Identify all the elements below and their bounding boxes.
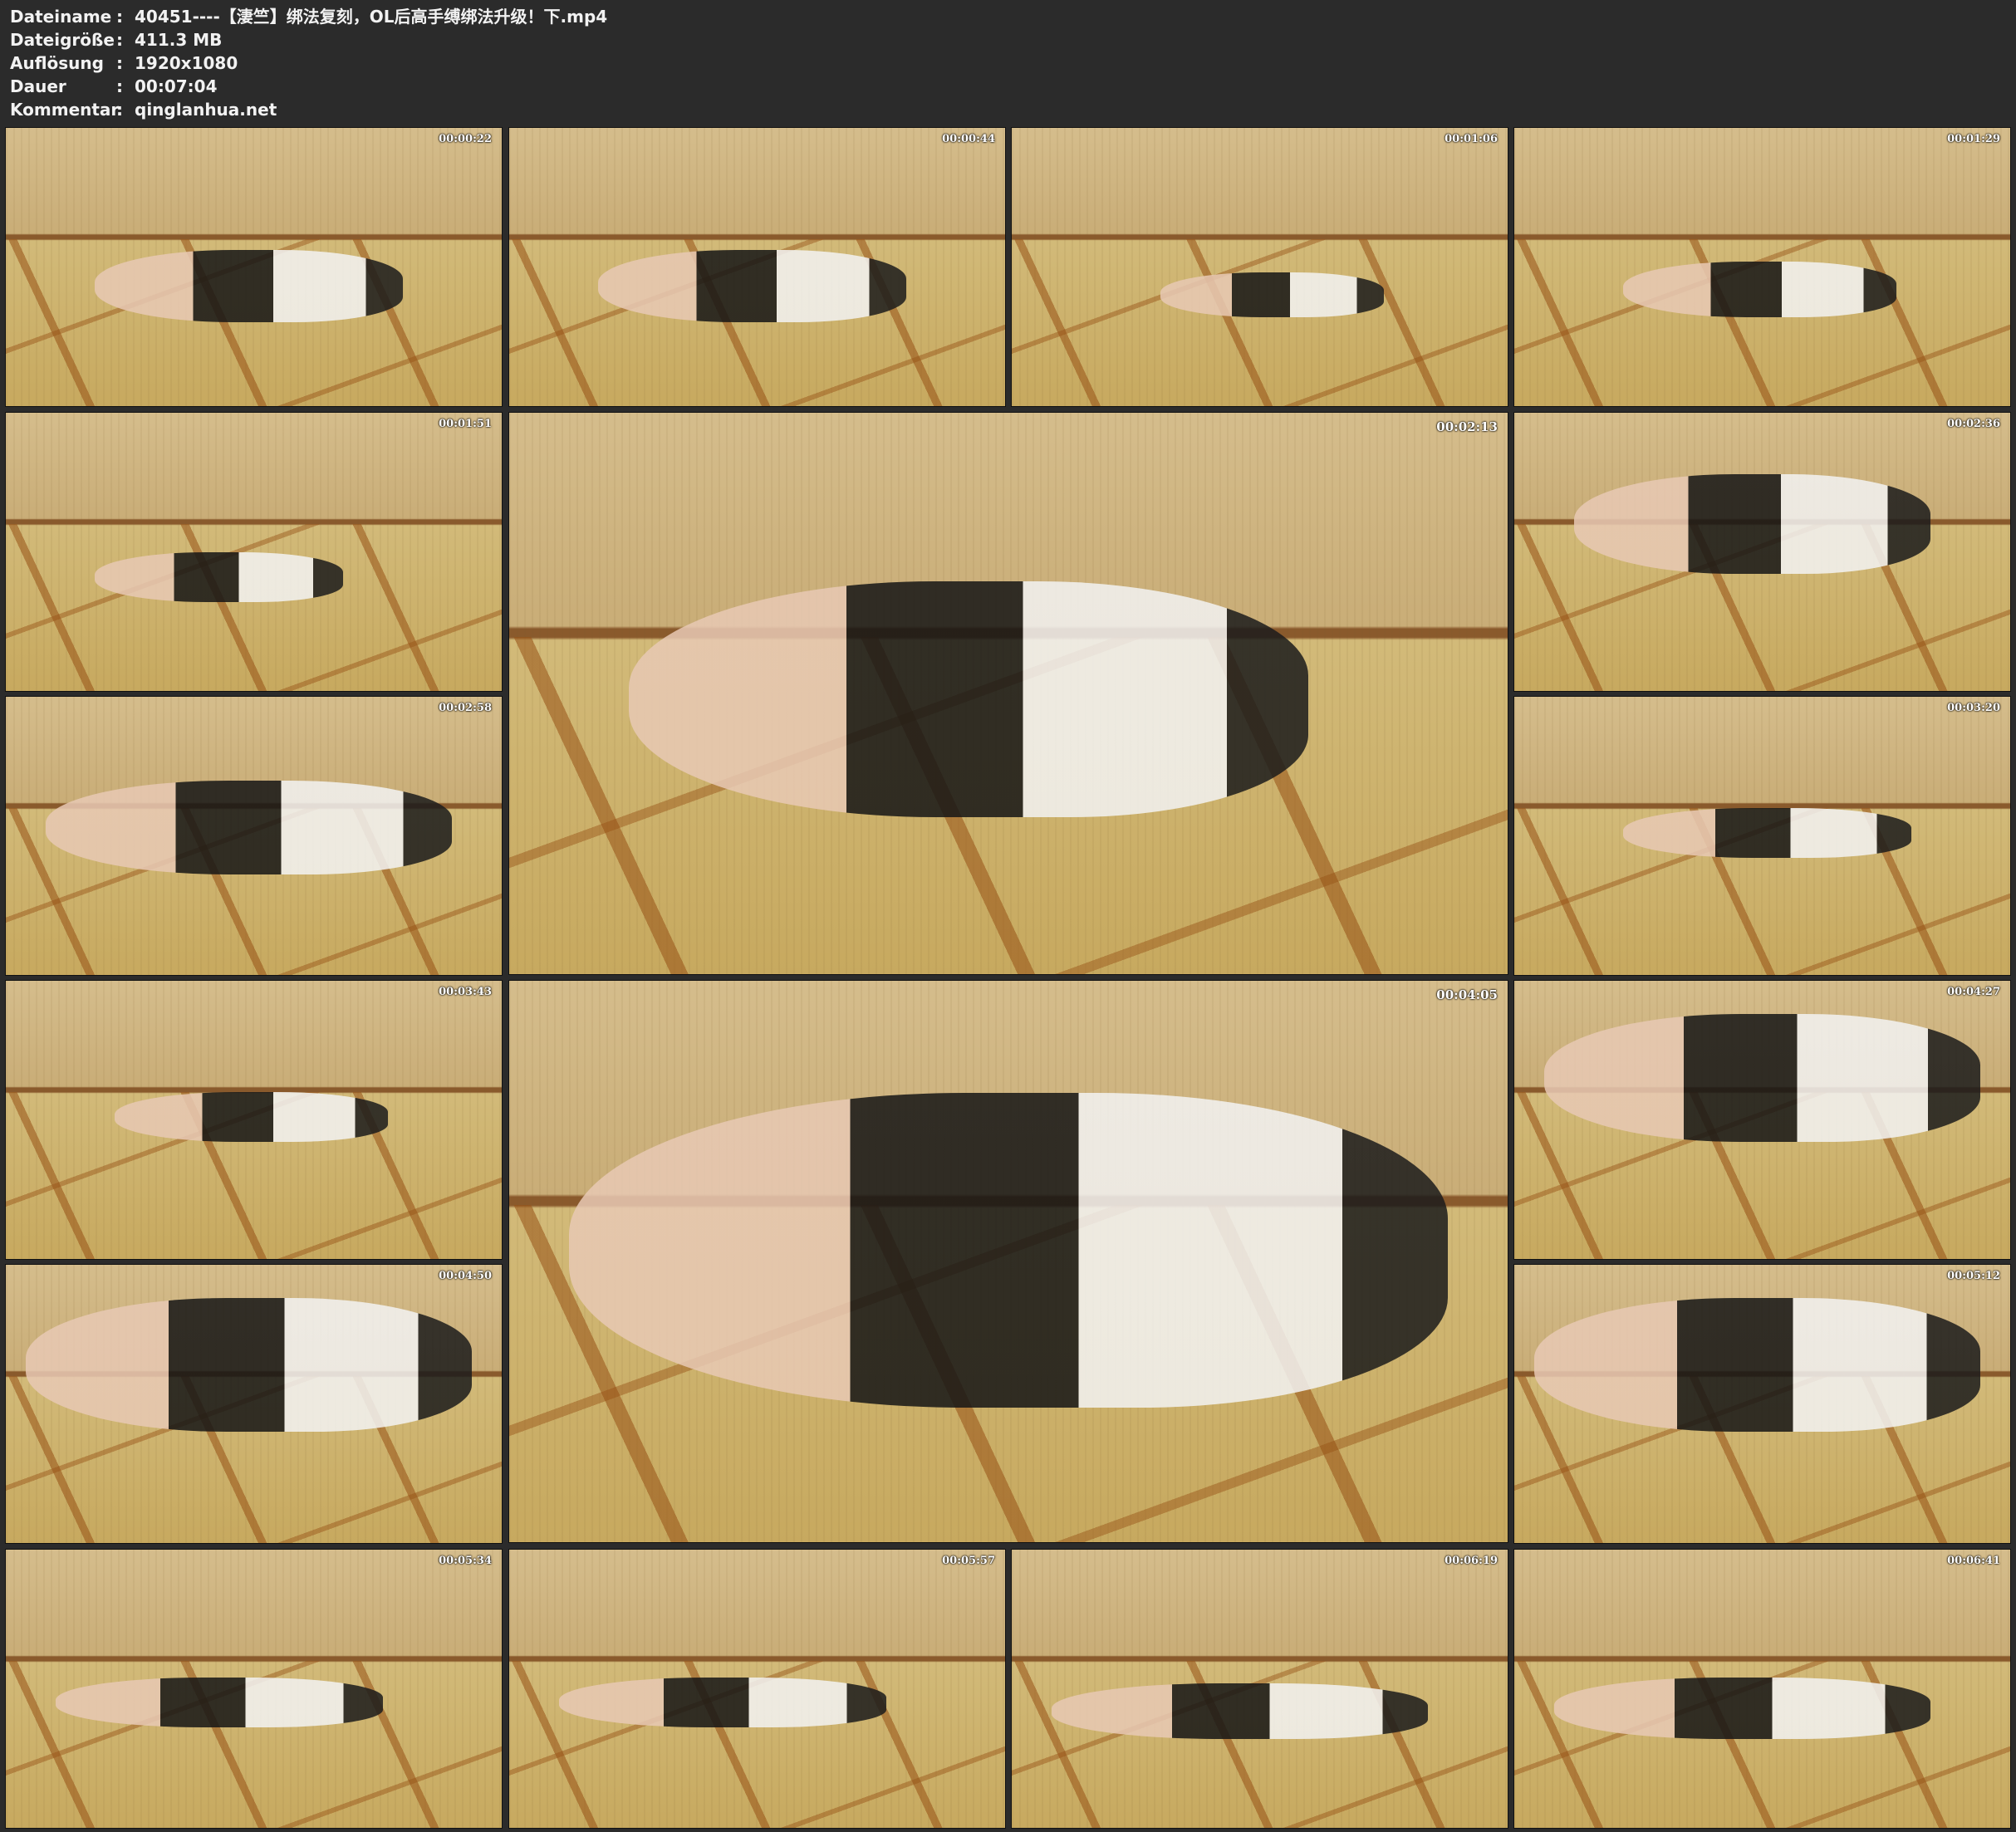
scene-figure	[629, 580, 1308, 817]
video-thumbnail[interactable]: 00:02:13	[508, 412, 1508, 975]
timestamp-label: 00:00:44	[942, 133, 995, 145]
timestamp-label: 00:06:41	[1947, 1555, 2000, 1567]
timestamp-label: 00:04:05	[1436, 987, 1498, 1002]
info-key: Dateigröße	[10, 30, 115, 50]
timestamp-label: 00:01:29	[1947, 133, 2000, 145]
info-key: Dauer	[10, 76, 66, 96]
video-thumbnail[interactable]: 00:01:06	[1011, 127, 1508, 407]
info-row-filename: Dateiname:40451----【淒竺】绑法复刻，OL后高手缚绑法升级！下…	[10, 5, 607, 28]
scene-figure	[1623, 808, 1911, 859]
info-row-resolution: Auflösung:1920x1080	[10, 51, 607, 75]
video-thumbnail[interactable]: 00:05:12	[1513, 1264, 2011, 1544]
info-value: 00:07:04	[135, 76, 218, 96]
scene-figure	[55, 1678, 383, 1728]
scene-figure	[1533, 1298, 1981, 1432]
info-row-duration: Dauer:00:07:04	[10, 75, 607, 98]
info-key: Dateiname	[10, 7, 112, 27]
info-separator: :	[116, 30, 123, 50]
video-thumbnail[interactable]: 00:06:41	[1513, 1549, 2011, 1829]
info-value: qinglanhua.net	[135, 100, 277, 120]
scene-figure	[1543, 1014, 1981, 1143]
info-separator: :	[116, 53, 123, 73]
scene-figure	[558, 1678, 886, 1728]
video-thumbnail[interactable]: 00:03:20	[1513, 696, 2011, 976]
scene-figure	[598, 250, 906, 323]
video-thumbnail[interactable]: 00:00:44	[508, 127, 1006, 407]
timestamp-label: 00:04:27	[1947, 986, 2000, 998]
video-thumbnail[interactable]: 00:03:43	[5, 980, 503, 1260]
timestamp-label: 00:01:06	[1445, 133, 1498, 145]
info-row-filesize: Dateigröße:411.3 MB	[10, 28, 607, 51]
scene-figure	[1623, 261, 1896, 317]
info-separator: :	[116, 76, 123, 96]
video-thumbnail[interactable]: 00:02:58	[5, 696, 503, 976]
timestamp-label: 00:06:19	[1445, 1555, 1498, 1567]
video-thumbnail[interactable]: 00:05:34	[5, 1549, 503, 1829]
info-value: 40451----【淒竺】绑法复刻，OL后高手缚绑法升级！下.mp4	[135, 7, 608, 27]
video-thumbnail[interactable]: 00:06:19	[1011, 1549, 1508, 1829]
info-value: 411.3 MB	[135, 30, 223, 50]
scene-figure	[569, 1093, 1448, 1408]
video-thumbnail[interactable]: 00:05:57	[508, 1549, 1006, 1829]
timestamp-label: 00:00:22	[439, 133, 492, 145]
timestamp-label: 00:03:43	[439, 986, 492, 998]
scene-figure	[95, 551, 343, 602]
timestamp-label: 00:05:57	[942, 1555, 995, 1567]
timestamp-label: 00:05:12	[1947, 1270, 2000, 1282]
video-thumbnail[interactable]: 00:01:29	[1513, 127, 2011, 407]
video-thumbnail[interactable]: 00:01:51	[5, 412, 503, 692]
timestamp-label: 00:05:34	[439, 1555, 492, 1567]
timestamp-label: 00:02:58	[439, 702, 492, 714]
info-row-comment: Kommentar: qinglanhua.net	[10, 98, 607, 121]
video-thumbnail[interactable]: 00:02:36	[1513, 412, 2011, 692]
timestamp-label: 00:04:50	[439, 1270, 492, 1282]
info-key: Auflösung	[10, 53, 104, 73]
scene-figure	[115, 1092, 388, 1143]
info-key: Kommentar	[10, 100, 120, 120]
info-separator: :	[116, 7, 123, 27]
video-thumbnail[interactable]: 00:04:05	[508, 980, 1508, 1543]
info-separator: :	[116, 100, 123, 120]
scene-figure	[1573, 473, 1931, 575]
timestamp-label: 00:01:51	[439, 418, 492, 430]
timestamp-label: 00:02:36	[1947, 418, 2000, 430]
info-value: 1920x1080	[135, 53, 238, 73]
timestamp-label: 00:03:20	[1947, 702, 2000, 714]
scene-figure	[1553, 1678, 1931, 1739]
scene-figure	[1051, 1683, 1429, 1739]
scene-figure	[1160, 272, 1384, 317]
video-thumbnail[interactable]: 00:04:27	[1513, 980, 2011, 1260]
scene-figure	[45, 780, 453, 875]
file-info: Dateiname:40451----【淒竺】绑法复刻，OL后高手缚绑法升级！下…	[10, 5, 607, 121]
timestamp-label: 00:02:13	[1436, 419, 1498, 434]
scene-figure	[95, 250, 403, 323]
scene-figure	[25, 1298, 473, 1432]
video-thumbnail[interactable]: 00:00:22	[5, 127, 503, 407]
video-thumbnail[interactable]: 00:04:50	[5, 1264, 503, 1544]
